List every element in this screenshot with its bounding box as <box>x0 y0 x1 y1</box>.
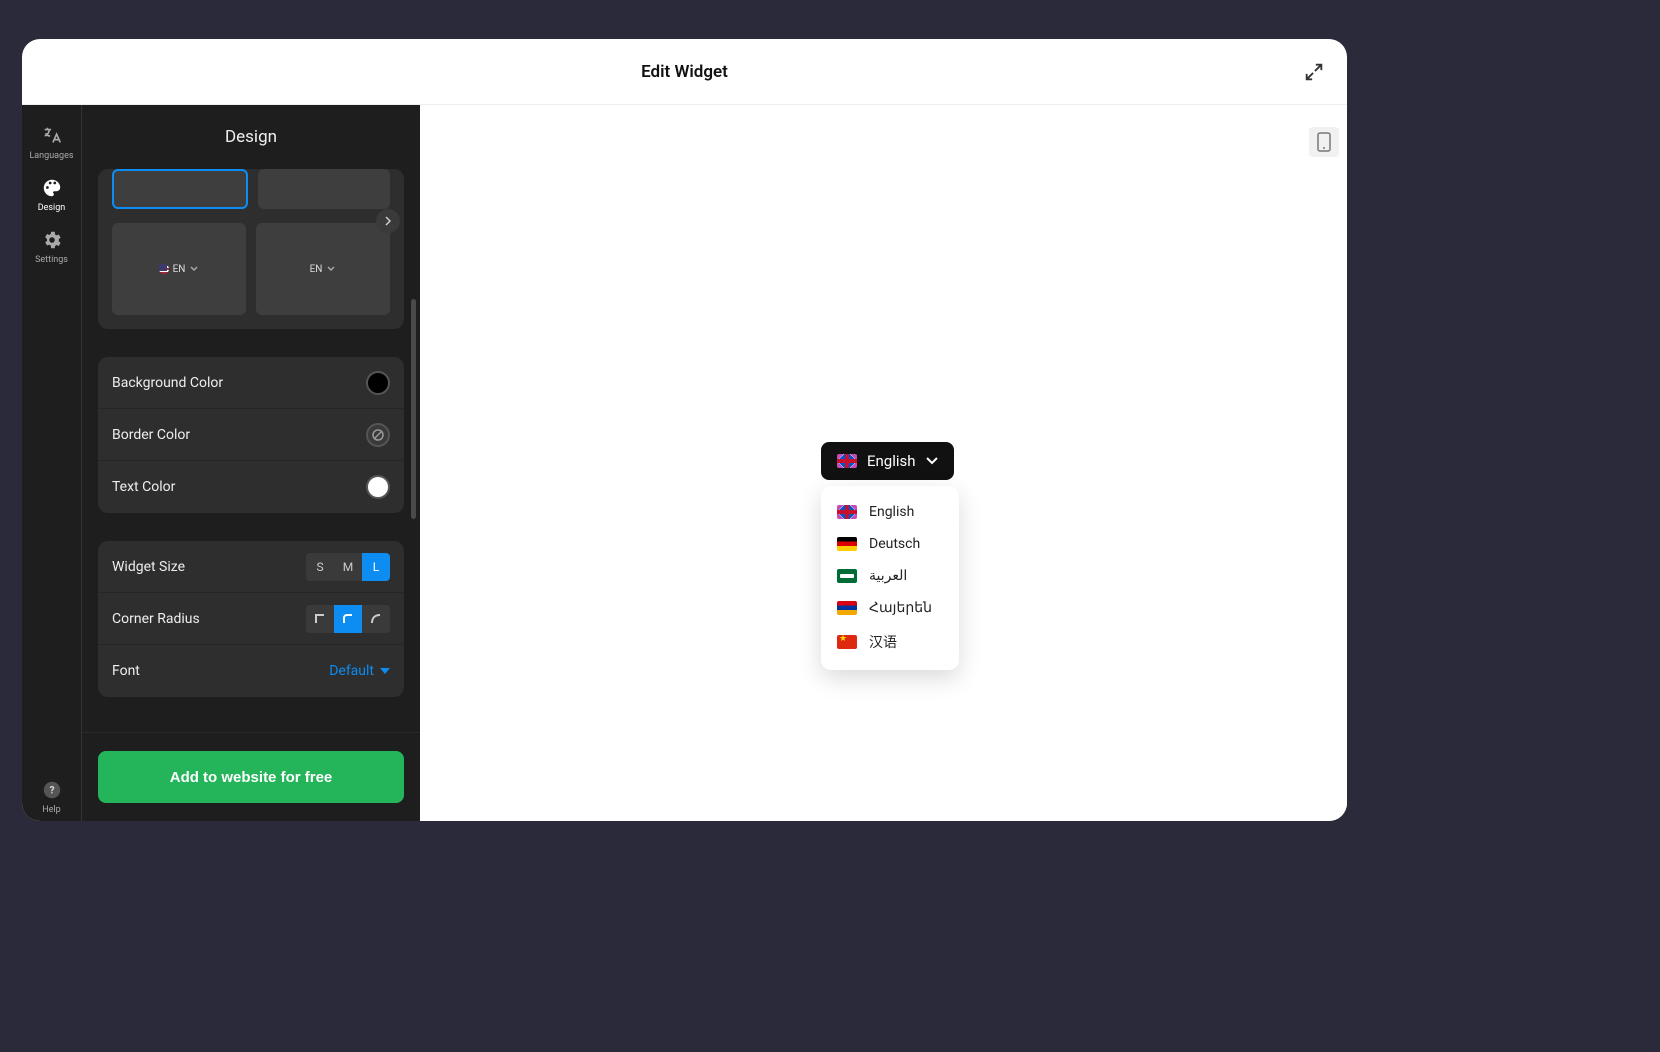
template-card-3[interactable]: EN <box>112 223 246 315</box>
uk-flag-icon <box>837 505 857 519</box>
caret-down-icon <box>380 668 390 674</box>
language-option-deutsch[interactable]: Deutsch <box>821 528 959 560</box>
template-card-1[interactable] <box>112 169 248 209</box>
template-grid: EN EN <box>98 169 404 329</box>
radius-small-button[interactable] <box>334 605 362 633</box>
chevron-down-icon <box>326 264 336 274</box>
language-option-chinese[interactable]: 汉语 <box>821 624 959 660</box>
chevron-down-icon <box>926 457 938 465</box>
chevron-down-icon <box>189 264 199 274</box>
size-s-button[interactable]: S <box>306 553 334 581</box>
preview-area: English English Deutsch العربية <box>420 105 1347 821</box>
prop-label: Corner Radius <box>112 611 200 627</box>
language-option-armenian[interactable]: Հայերեն <box>821 592 959 624</box>
radius-segmented-control <box>306 605 390 633</box>
uk-flag-icon <box>837 454 857 468</box>
no-color-icon <box>371 428 385 442</box>
nav-item-design[interactable]: Design <box>22 167 82 219</box>
option-label: Deutsch <box>869 536 920 552</box>
nav-rail: Languages Design Settings ? Help <box>22 105 82 821</box>
prop-font: Font Default <box>98 645 404 697</box>
language-selector-button[interactable]: English <box>821 442 954 480</box>
mobile-icon <box>1317 132 1331 152</box>
mobile-preview-toggle[interactable] <box>1309 127 1339 157</box>
language-option-english[interactable]: English <box>821 496 959 528</box>
sa-flag-icon <box>837 569 857 583</box>
prop-background-color: Background Color <box>98 357 404 409</box>
corner-pill-icon <box>369 612 383 626</box>
corner-round-icon <box>341 612 355 626</box>
nav-item-settings[interactable]: Settings <box>22 219 82 271</box>
nav-label: Design <box>38 203 66 213</box>
font-value: Default <box>329 663 374 679</box>
template-card-4[interactable]: EN <box>256 223 390 315</box>
us-flag-icon <box>159 264 169 274</box>
expand-button[interactable] <box>1303 61 1325 83</box>
prop-corner-radius: Corner Radius <box>98 593 404 645</box>
option-label: 汉语 <box>869 632 897 652</box>
nav-label: Help <box>42 805 60 815</box>
help-icon: ? <box>41 779 63 801</box>
edit-widget-modal: Edit Widget Languages Design Settings ? <box>22 39 1347 821</box>
templates-next-button[interactable] <box>376 209 400 233</box>
language-option-arabic[interactable]: العربية <box>821 560 959 592</box>
border-color-swatch[interactable] <box>366 423 390 447</box>
radius-none-button[interactable] <box>306 605 334 633</box>
option-label: English <box>869 504 914 520</box>
svg-text:?: ? <box>49 786 54 797</box>
prop-label: Border Color <box>112 427 190 443</box>
chevron-right-icon <box>383 216 393 226</box>
size-l-button[interactable]: L <box>362 553 390 581</box>
background-color-swatch[interactable] <box>366 371 390 395</box>
nav-item-languages[interactable]: Languages <box>22 115 82 167</box>
cta-wrap: Add to website for free <box>82 732 420 821</box>
language-widget-preview: English English Deutsch العربية <box>821 442 959 670</box>
panel-title: Design <box>82 105 420 169</box>
nav-label: Settings <box>35 255 68 265</box>
prop-text-color: Text Color <box>98 461 404 513</box>
option-label: العربية <box>869 568 907 584</box>
translate-icon <box>41 125 63 147</box>
design-panel: Design EN <box>82 105 420 821</box>
modal-header: Edit Widget <box>22 39 1347 105</box>
prop-label: Font <box>112 663 140 679</box>
add-to-website-button[interactable]: Add to website for free <box>98 751 404 803</box>
gear-icon <box>41 229 63 251</box>
modal-body: Languages Design Settings ? Help Design <box>22 105 1347 821</box>
language-dropdown: English Deutsch العربية Հայերեն <box>821 486 959 670</box>
modal-title: Edit Widget <box>641 62 728 82</box>
prop-label: Text Color <box>112 479 175 495</box>
template-label: EN <box>173 264 186 275</box>
text-color-swatch[interactable] <box>366 475 390 499</box>
template-label: EN <box>310 264 323 275</box>
font-select[interactable]: Default <box>329 663 390 679</box>
scrollbar-thumb[interactable] <box>411 299 416 519</box>
am-flag-icon <box>837 601 857 615</box>
nav-item-help[interactable]: ? Help <box>22 769 82 821</box>
color-props: Background Color Border Color Text Color <box>98 357 404 513</box>
option-label: Հայերեն <box>869 600 932 616</box>
prop-widget-size: Widget Size S M L <box>98 541 404 593</box>
layout-props: Widget Size S M L Corner Radius <box>98 541 404 697</box>
de-flag-icon <box>837 537 857 551</box>
palette-icon <box>41 177 63 199</box>
cn-flag-icon <box>837 635 857 649</box>
template-card-2[interactable] <box>258 169 390 209</box>
panel-scroll[interactable]: EN EN Background Color <box>82 169 420 732</box>
prop-label: Background Color <box>112 375 223 391</box>
size-m-button[interactable]: M <box>334 553 362 581</box>
nav-label: Languages <box>29 151 73 161</box>
prop-label: Widget Size <box>112 559 185 575</box>
size-segmented-control: S M L <box>306 553 390 581</box>
corner-square-icon <box>313 612 327 626</box>
prop-border-color: Border Color <box>98 409 404 461</box>
radius-large-button[interactable] <box>362 605 390 633</box>
current-language-label: English <box>867 452 916 470</box>
